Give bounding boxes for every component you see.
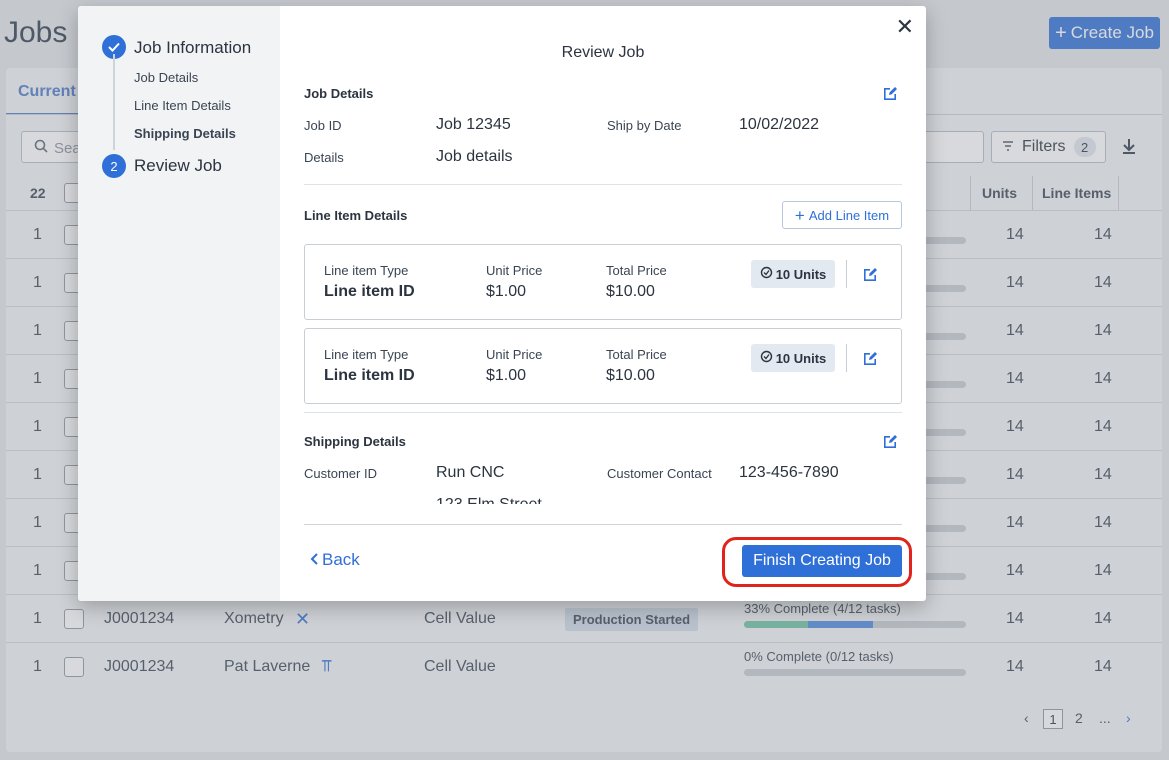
units-badge: 10 Units [751, 260, 835, 288]
job-id-label: Job ID [304, 118, 342, 133]
units-icon [760, 266, 773, 282]
customer-contact-value: 123-456-7890 [739, 464, 839, 481]
edit-icon[interactable] [862, 350, 878, 366]
units-icon [760, 350, 773, 366]
edit-icon[interactable] [862, 266, 878, 282]
step-connector [113, 54, 115, 150]
line-item-card: Line item Type Line item ID Unit Price $1.0… [304, 328, 902, 404]
units-badge: 10 Units [751, 344, 835, 372]
line-item-type-label: Line item Type [324, 263, 409, 278]
line-item-type-label: Line item Type [324, 347, 409, 362]
line-item-details-title: Line Item Details [304, 208, 408, 223]
total-price-value: $10.00 [606, 283, 655, 300]
ship-by-date-label: Ship by Date [607, 118, 682, 133]
card-divider [846, 260, 847, 288]
unit-price-value: $1.00 [486, 367, 527, 384]
step-review-job[interactable]: Review Job [134, 156, 222, 176]
finish-creating-job-button[interactable]: Finish Creating Job [742, 545, 902, 577]
line-item-card: Line item Type Line item ID Unit Price $1.0… [304, 244, 902, 320]
add-line-item-label: Add Line Item [808, 207, 890, 223]
footer-divider [304, 524, 902, 525]
edit-icon[interactable] [882, 433, 898, 449]
edit-icon[interactable] [882, 85, 898, 101]
ship-by-date-value: 10/02/2022 [739, 116, 820, 133]
substep-shipping-details[interactable]: Shipping Details [134, 126, 236, 141]
line-item-id: Line item ID [324, 367, 415, 384]
substep-line-item-details[interactable]: Line Item Details [134, 98, 231, 113]
details-value: Job details [436, 148, 513, 165]
step-number-2: 2 [102, 154, 126, 178]
address-value: 123 Elm Street [436, 496, 542, 504]
substep-job-details[interactable]: Job Details [134, 70, 198, 85]
details-label: Details [304, 150, 344, 165]
shipping-details-title: Shipping Details [304, 434, 406, 449]
job-details-title: Job Details [304, 86, 374, 101]
total-price-value: $10.00 [606, 367, 655, 384]
review-content: ✕ Review Job Job Details Job ID Job 1234… [280, 6, 926, 601]
modal-title: Review Job [561, 44, 645, 61]
back-button[interactable]: Back [310, 550, 360, 570]
close-icon[interactable]: ✕ [896, 14, 914, 40]
step-job-information[interactable]: Job Information [134, 38, 251, 58]
unit-price-label: Unit Price [486, 347, 543, 362]
review-job-modal: Job Information Job Details Line Item De… [78, 6, 926, 601]
total-price-label: Total Price [606, 263, 667, 278]
card-divider [846, 344, 847, 372]
job-id-value: Job 12345 [436, 116, 511, 133]
review-scroll-area[interactable]: Job Details Job ID Job 12345 Ship by Dat… [304, 76, 902, 504]
add-line-item-button[interactable]: + Add Line Item [782, 201, 902, 229]
chevron-left-icon [310, 550, 318, 570]
customer-id-label: Customer ID [304, 466, 377, 481]
unit-price-value: $1.00 [486, 283, 527, 300]
customer-contact-label: Customer Contact [607, 466, 712, 481]
units-label: 10 Units [775, 266, 827, 282]
section-divider [304, 184, 902, 185]
total-price-label: Total Price [606, 347, 667, 362]
back-label: Back [322, 550, 360, 569]
unit-price-label: Unit Price [486, 263, 543, 278]
section-divider [304, 412, 902, 413]
line-item-id: Line item ID [324, 283, 415, 300]
customer-id-value: Run CNC [436, 464, 505, 481]
stepper: Job Information Job Details Line Item De… [78, 6, 280, 601]
units-label: 10 Units [775, 350, 827, 366]
plus-icon: + [794, 205, 805, 225]
